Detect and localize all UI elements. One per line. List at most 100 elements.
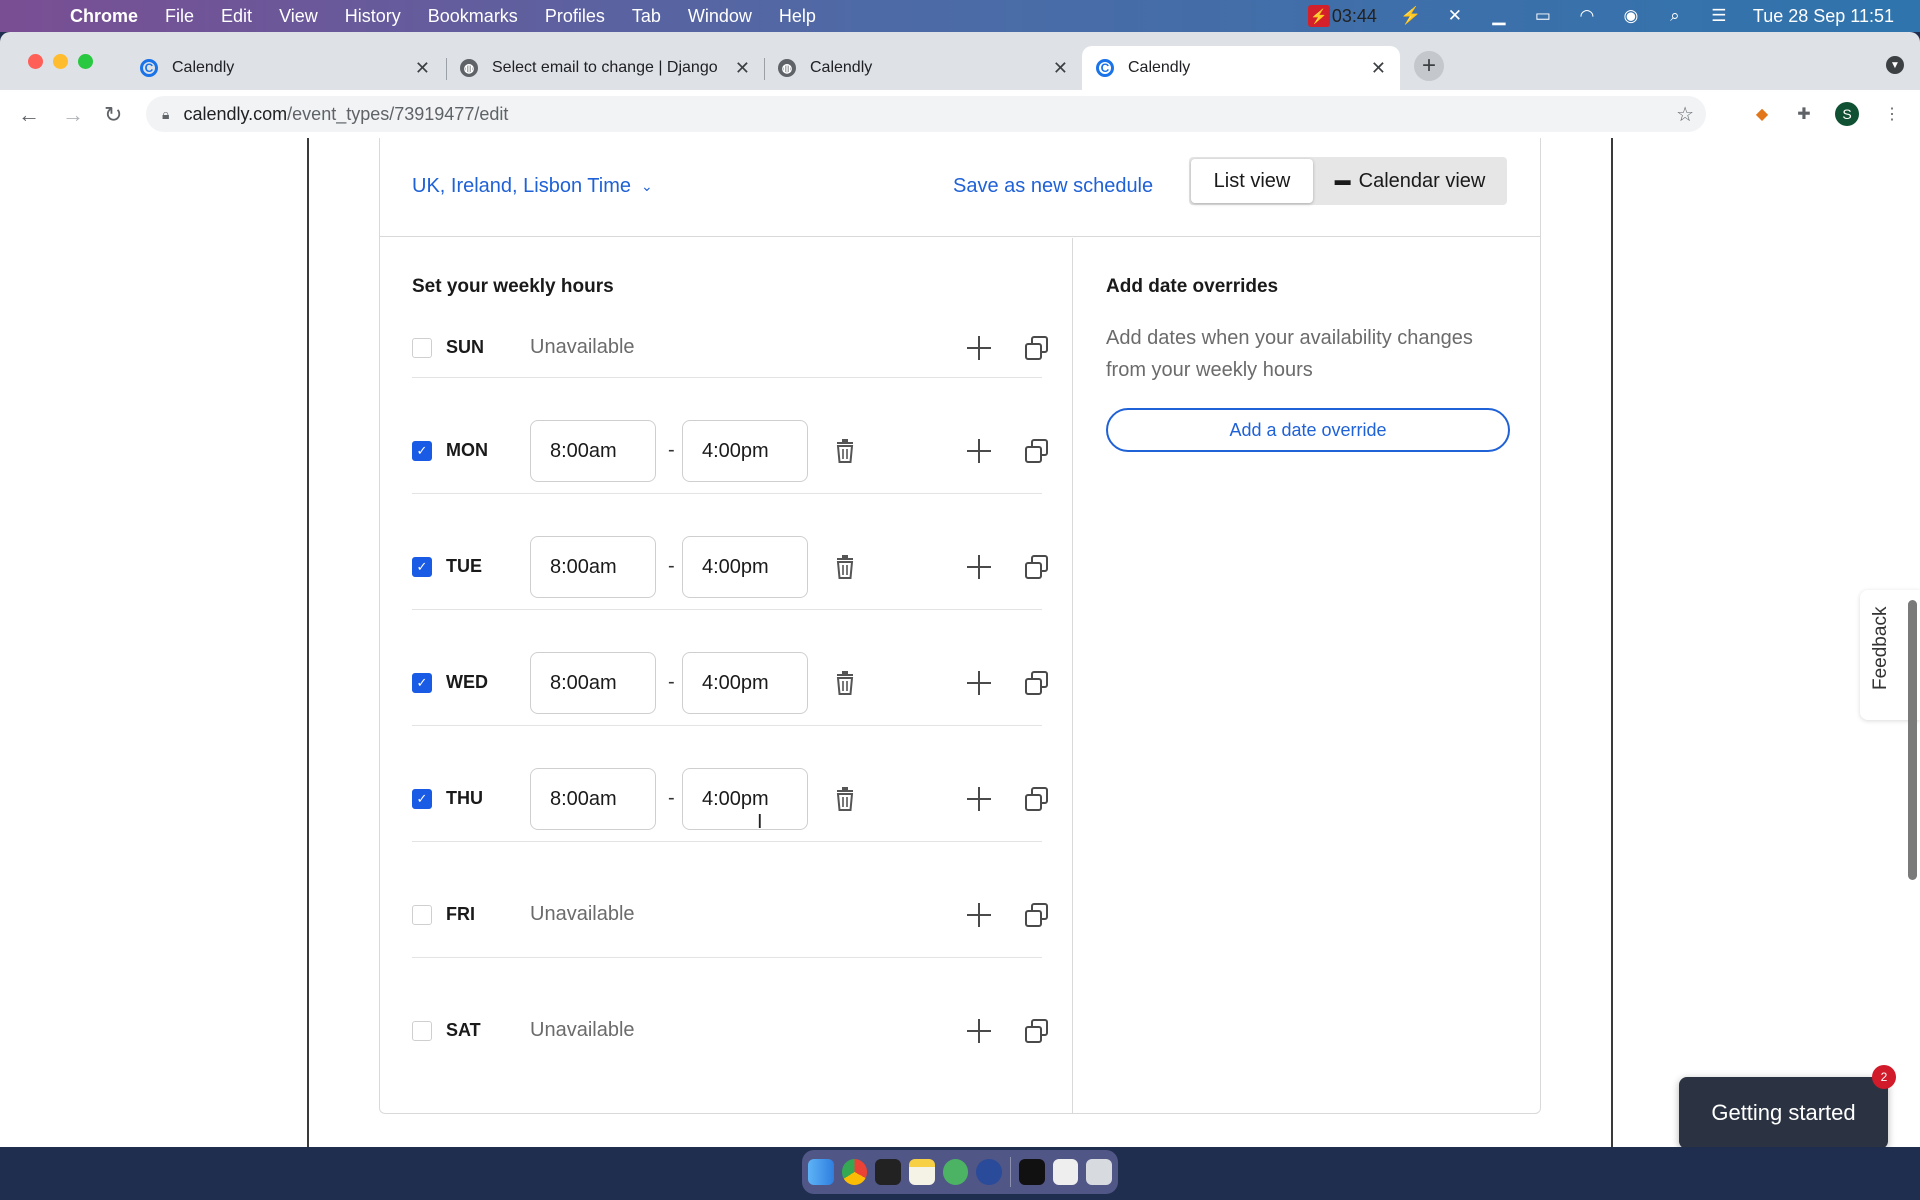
list-view-button[interactable]: List view bbox=[1191, 159, 1313, 203]
bookmark-star-icon[interactable]: ☆ bbox=[1676, 102, 1694, 127]
notes-icon[interactable] bbox=[909, 1159, 935, 1185]
menu-bookmarks[interactable]: Bookmarks bbox=[428, 6, 518, 27]
day-checkbox[interactable]: ✓ bbox=[412, 673, 432, 693]
close-tab-icon[interactable]: ✕ bbox=[415, 58, 430, 79]
calendar-view-button[interactable]: ▬ Calendar view bbox=[1313, 159, 1507, 203]
delete-interval-button[interactable] bbox=[830, 552, 860, 582]
availability-card: UK, Ireland, Lisbon Time ⌄ Save as new s… bbox=[379, 138, 1541, 1114]
menu-window[interactable]: Window bbox=[688, 6, 752, 27]
day-checkbox[interactable]: ✓ bbox=[412, 557, 432, 577]
delete-interval-button[interactable] bbox=[830, 784, 860, 814]
battery-icon[interactable]: ▭ bbox=[1533, 6, 1553, 26]
chrome-menu-icon[interactable]: ⋮ bbox=[1880, 102, 1904, 126]
day-row-mon: ✓ MON 8:00am -4:00pm bbox=[412, 378, 1048, 494]
start-time-input[interactable]: 8:00am bbox=[530, 536, 656, 598]
bluetooth-icon[interactable]: ✕ bbox=[1445, 6, 1465, 26]
lock-icon[interactable]: 🔒︎ bbox=[162, 106, 169, 123]
close-window-button[interactable] bbox=[28, 54, 43, 69]
address-bar[interactable]: 🔒︎ calendly.com/event_types/73919477/edi… bbox=[146, 96, 1706, 132]
copy-times-button[interactable] bbox=[1022, 436, 1052, 466]
add-interval-button[interactable] bbox=[964, 668, 994, 698]
add-interval-button[interactable] bbox=[964, 552, 994, 582]
start-time-input[interactable]: 8:00am bbox=[530, 768, 656, 830]
add-date-override-button[interactable]: Add a date override bbox=[1106, 408, 1510, 452]
end-time-input[interactable]: 4:00pm bbox=[682, 536, 808, 598]
copy-times-button[interactable] bbox=[1022, 333, 1052, 363]
menu-profiles[interactable]: Profiles bbox=[545, 6, 605, 27]
copy-times-button[interactable] bbox=[1022, 552, 1052, 582]
copy-times-button[interactable] bbox=[1022, 900, 1052, 930]
day-checkbox[interactable]: ✓ bbox=[412, 441, 432, 461]
save-as-new-schedule-link[interactable]: Save as new schedule bbox=[953, 175, 1153, 198]
clock[interactable]: Tue 28 Sep 11:51 bbox=[1753, 6, 1894, 27]
feedback-label: Feedback bbox=[1870, 606, 1891, 690]
tab-django[interactable]: ◍ Select email to change | Django ✕ bbox=[446, 46, 764, 90]
menu-edit[interactable]: Edit bbox=[221, 6, 252, 27]
end-time-input[interactable]: 4:00pm bbox=[682, 652, 808, 714]
calendar-view-label: Calendar view bbox=[1358, 169, 1486, 192]
delete-interval-button[interactable] bbox=[830, 436, 860, 466]
tab-title: Select email to change | Django bbox=[492, 59, 718, 76]
add-interval-button[interactable] bbox=[964, 900, 994, 930]
metamask-fox-icon[interactable]: ◆ bbox=[1750, 102, 1774, 126]
sourcetree-icon[interactable] bbox=[942, 1159, 969, 1185]
profile-avatar[interactable]: S bbox=[1835, 102, 1859, 126]
start-time-input[interactable]: 8:00am bbox=[530, 652, 656, 714]
terminal-icon[interactable] bbox=[875, 1159, 902, 1185]
menu-history[interactable]: History bbox=[345, 6, 401, 27]
tab-calendly-1[interactable]: C Calendly ✕ bbox=[126, 46, 444, 90]
close-tab-icon[interactable]: ✕ bbox=[735, 58, 750, 79]
new-tab-button[interactable]: + bbox=[1414, 51, 1444, 81]
maximize-window-button[interactable] bbox=[78, 54, 93, 69]
tab-search-icon[interactable]: ▼ bbox=[1886, 56, 1904, 74]
menu-help[interactable]: Help bbox=[779, 6, 816, 27]
start-time-input[interactable]: 8:00am bbox=[530, 420, 656, 482]
day-checkbox[interactable]: ✓ bbox=[412, 789, 432, 809]
day-label: MON bbox=[446, 440, 488, 460]
minimize-window-button[interactable] bbox=[53, 54, 68, 69]
page-viewport: UK, Ireland, Lisbon Time ⌄ Save as new s… bbox=[0, 138, 1920, 1147]
reload-icon[interactable]: ↻ bbox=[104, 102, 122, 128]
day-checkbox[interactable] bbox=[412, 905, 432, 925]
chrome-icon[interactable] bbox=[841, 1159, 868, 1185]
add-interval-button[interactable] bbox=[964, 436, 994, 466]
day-checkbox[interactable] bbox=[412, 338, 432, 358]
wifi-icon[interactable]: ◠ bbox=[1577, 6, 1597, 26]
trash-icon[interactable] bbox=[1086, 1159, 1113, 1185]
add-interval-button[interactable] bbox=[964, 333, 994, 363]
page-scrollbar[interactable] bbox=[1908, 600, 1917, 880]
menu-file[interactable]: File bbox=[165, 6, 194, 27]
screenshot-folder-icon[interactable] bbox=[1019, 1159, 1045, 1185]
tab-calendly-2[interactable]: ◍ Calendly ✕ bbox=[764, 46, 1082, 90]
forward-icon[interactable]: → bbox=[62, 102, 84, 128]
extensions-puzzle-icon[interactable]: ✚ bbox=[1792, 102, 1816, 126]
copy-times-button[interactable] bbox=[1022, 784, 1052, 814]
copy-times-button[interactable] bbox=[1022, 1016, 1052, 1046]
add-interval-button[interactable] bbox=[964, 1016, 994, 1046]
tab-calendly-active[interactable]: C Calendly ✕ bbox=[1082, 46, 1400, 90]
bolt-icon[interactable]: ⚡ bbox=[1400, 6, 1421, 26]
user-icon[interactable]: ◉ bbox=[1621, 6, 1641, 26]
close-tab-icon[interactable]: ✕ bbox=[1053, 58, 1068, 79]
delete-interval-button[interactable] bbox=[830, 668, 860, 698]
reeder-icon[interactable] bbox=[976, 1159, 1003, 1185]
back-icon[interactable]: ← bbox=[18, 102, 40, 128]
spotlight-search-icon[interactable]: ⌕ bbox=[1665, 6, 1685, 26]
timezone-select[interactable]: UK, Ireland, Lisbon Time ⌄ bbox=[412, 175, 653, 198]
day-checkbox[interactable] bbox=[412, 1021, 432, 1041]
document-icon[interactable] bbox=[1052, 1159, 1079, 1185]
getting-started-button[interactable]: Getting started 2 bbox=[1679, 1065, 1896, 1147]
menu-tab[interactable]: Tab bbox=[632, 6, 661, 27]
finder-icon[interactable] bbox=[808, 1159, 834, 1185]
close-tab-icon[interactable]: ✕ bbox=[1371, 58, 1386, 79]
end-time-input[interactable]: 4:00pm bbox=[682, 768, 808, 830]
control-center-icon[interactable]: ☰ bbox=[1709, 6, 1729, 26]
airplay-icon[interactable]: ▁ bbox=[1489, 6, 1509, 26]
add-interval-button[interactable] bbox=[964, 784, 994, 814]
menu-view[interactable]: View bbox=[279, 6, 318, 27]
copy-times-button[interactable] bbox=[1022, 668, 1052, 698]
plus-icon bbox=[967, 439, 991, 463]
recording-indicator[interactable]: ⚡ 03:44 bbox=[1307, 5, 1377, 27]
end-time-input[interactable]: 4:00pm bbox=[682, 420, 808, 482]
menu-app[interactable]: Chrome bbox=[70, 6, 138, 27]
